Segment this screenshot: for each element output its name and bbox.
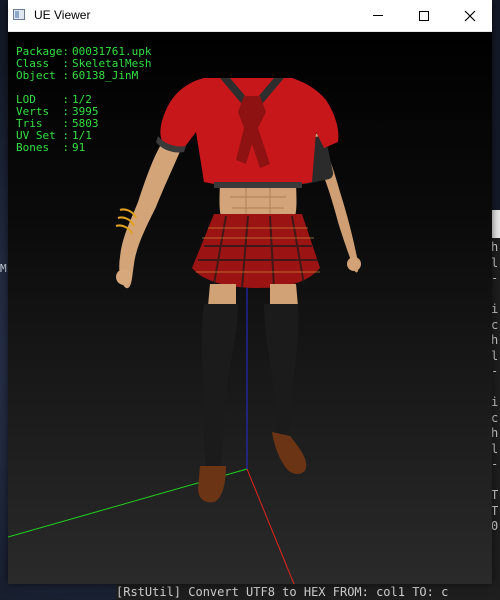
close-icon <box>464 10 476 21</box>
ue-viewer-window[interactable]: UE Viewer Package: 00031761.upk Class: … <box>8 0 492 584</box>
left-shoe <box>198 466 226 503</box>
left-stocking <box>201 304 238 470</box>
bones-label: Bones : <box>16 141 69 154</box>
3d-viewport[interactable]: Package: 00031761.upk Class : SkeletalMesh… <box>8 32 492 584</box>
maximize-button[interactable] <box>401 0 447 31</box>
app-window-icon <box>13 9 25 20</box>
window-title: UE Viewer <box>34 8 91 22</box>
desktop-text-fragment: M <box>0 262 7 275</box>
right-hand <box>347 257 361 271</box>
maximize-icon <box>419 10 429 21</box>
console-bottom-line: [RstUtil] Convert UTF8 to HEX FROM: col1… <box>116 584 500 600</box>
close-button[interactable] <box>447 0 493 31</box>
object-label: Object : <box>16 69 69 82</box>
left-hand <box>116 269 132 285</box>
bones-value: 91 <box>72 141 86 154</box>
console-text: h l - i c h l - i c h l - T T 0 <box>491 240 499 533</box>
right-stocking <box>264 304 299 452</box>
minimize-icon <box>373 15 383 16</box>
plaid-skirt <box>192 214 320 288</box>
title-bar[interactable]: UE Viewer <box>8 0 492 32</box>
left-thigh <box>208 284 236 306</box>
shirt-hem <box>214 182 302 188</box>
object-value: 60138_JinM <box>72 69 139 82</box>
mesh-info-overlay: Package: 00031761.upk Class : SkeletalMesh… <box>16 46 151 154</box>
right-shoe <box>272 432 307 474</box>
minimize-button[interactable] <box>355 0 401 31</box>
x-axis-line <box>246 468 295 584</box>
right-thigh <box>270 284 298 306</box>
